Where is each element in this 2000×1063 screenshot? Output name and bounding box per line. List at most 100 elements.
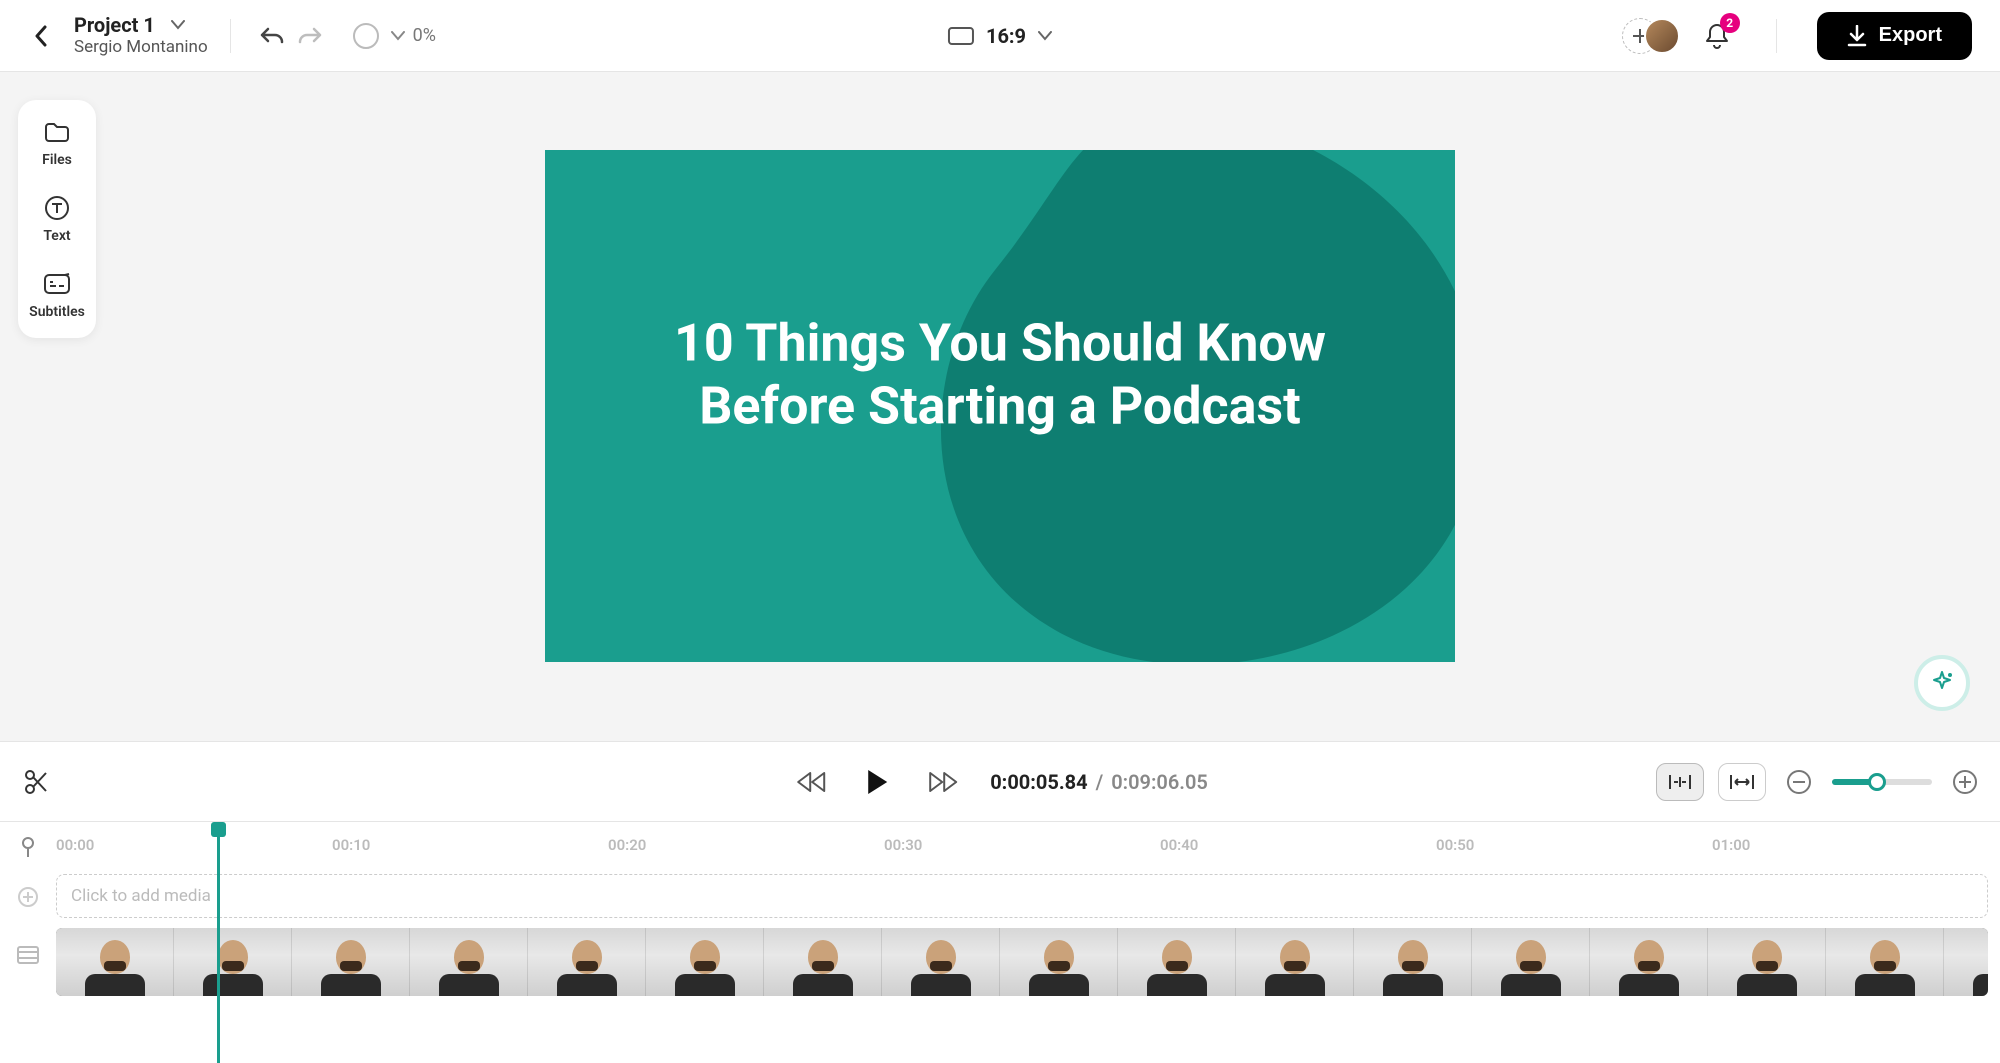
play-button[interactable] — [858, 763, 896, 801]
aspect-ratio-icon — [948, 27, 974, 45]
keyframe-button[interactable] — [9, 832, 47, 862]
clip-thumbnail[interactable] — [174, 928, 292, 996]
clip-thumbnail[interactable] — [1708, 928, 1826, 996]
zoom-slider[interactable] — [1832, 779, 1932, 785]
snap-icon — [1667, 772, 1693, 792]
ruler-mark: 00:40 — [1160, 836, 1198, 854]
clip-thumbnail[interactable] — [56, 928, 174, 996]
film-icon — [16, 945, 40, 965]
divider — [1776, 19, 1777, 53]
collaborators[interactable] — [1622, 18, 1680, 54]
aspect-ratio-selector[interactable]: 16:9 — [948, 24, 1052, 48]
project-name[interactable]: Project 1 — [74, 13, 155, 37]
scissors-button[interactable] — [17, 763, 55, 801]
left-rail: Files Text Subtitles — [18, 100, 96, 338]
folder-icon — [43, 118, 71, 146]
clip-thumbnail[interactable] — [410, 928, 528, 996]
canvas-area: Files Text Subtitles 10 Things You Shoul… — [0, 72, 2000, 741]
export-button[interactable]: Export — [1817, 12, 1972, 60]
redo-button[interactable] — [291, 17, 329, 55]
plus-circle-icon — [1952, 769, 1978, 795]
time-separator: / — [1096, 770, 1104, 794]
add-media-row[interactable]: Click to add media — [56, 874, 1988, 918]
clip-thumbnail[interactable] — [646, 928, 764, 996]
zoom-out-button[interactable] — [1780, 763, 1818, 801]
plus-circle-icon — [17, 886, 39, 908]
time-current: 0:00:05.84 — [990, 770, 1087, 794]
rail-label: Subtitles — [29, 304, 85, 320]
scissors-icon — [24, 769, 48, 795]
notification-badge: 2 — [1720, 13, 1740, 33]
clip-thumbnail[interactable] — [1590, 928, 1708, 996]
snap-button[interactable] — [1656, 763, 1704, 801]
add-media-placeholder: Click to add media — [71, 886, 211, 906]
playhead[interactable] — [217, 824, 220, 1063]
preview-title-line2: Before Starting a Podcast — [699, 375, 1300, 436]
aspect-ratio-value: 16:9 — [986, 24, 1026, 48]
add-track-button[interactable] — [9, 882, 47, 912]
status-circle[interactable] — [347, 17, 385, 55]
rail-item-text[interactable]: Text — [43, 194, 71, 244]
zoom-slider-thumb[interactable] — [1868, 773, 1886, 791]
fit-button[interactable] — [1718, 763, 1766, 801]
export-label: Export — [1879, 24, 1942, 47]
ruler-mark: 00:30 — [884, 836, 922, 854]
preview-title-line1: 10 Things You Should Know — [674, 313, 1326, 374]
fast-forward-button[interactable] — [924, 763, 962, 801]
circle-icon — [353, 23, 379, 49]
transport-bar: 0:00:05.84 / 0:09:06.05 — [0, 741, 2000, 821]
timeline: 00:0000:1000:2000:3000:4000:5001:00 Clic… — [0, 821, 2000, 1063]
clip-thumbnail[interactable] — [882, 928, 1000, 996]
video-track[interactable] — [56, 928, 1988, 996]
rail-item-subtitles[interactable]: Subtitles — [29, 270, 85, 320]
notifications-button[interactable]: 2 — [1698, 17, 1736, 55]
chevron-left-icon — [34, 25, 50, 47]
rail-label: Text — [43, 228, 70, 244]
clip-thumbnail[interactable] — [1944, 928, 1988, 996]
playback-controls: 0:00:05.84 / 0:09:06.05 — [792, 763, 1208, 801]
time-readout: 0:00:05.84 / 0:09:06.05 — [990, 770, 1208, 794]
sparkle-icon — [1929, 670, 1955, 696]
pin-icon — [19, 836, 37, 858]
fit-icon — [1729, 773, 1755, 791]
rewind-icon — [795, 771, 827, 793]
clip-thumbnail[interactable] — [1236, 928, 1354, 996]
time-total: 0:09:06.05 — [1111, 770, 1208, 794]
clip-thumbnail[interactable] — [1118, 928, 1236, 996]
chevron-down-icon — [1038, 31, 1052, 41]
timeline-ruler[interactable]: 00:0000:1000:2000:3000:4000:5001:00 — [56, 822, 1988, 868]
minus-circle-icon — [1786, 769, 1812, 795]
play-icon — [865, 768, 889, 796]
clip-thumbnail[interactable] — [764, 928, 882, 996]
video-track-button[interactable] — [9, 940, 47, 970]
project-owner: Sergio Montanino — [74, 37, 208, 57]
chevron-down-icon[interactable] — [171, 20, 185, 30]
divider — [230, 19, 231, 53]
back-button[interactable] — [28, 22, 56, 50]
avatar[interactable] — [1644, 18, 1680, 54]
text-icon — [43, 194, 71, 222]
clip-thumbnail[interactable] — [1472, 928, 1590, 996]
rail-label: Files — [42, 152, 72, 168]
undo-button[interactable] — [253, 17, 291, 55]
preview-title: 10 Things You Should Know Before Startin… — [545, 313, 1455, 438]
rail-item-files[interactable]: Files — [42, 118, 72, 168]
fast-forward-icon — [927, 771, 959, 793]
clip-thumbnail[interactable] — [292, 928, 410, 996]
rewind-button[interactable] — [792, 763, 830, 801]
top-bar: Project 1 Sergio Montanino 0% 16:9 2 — [0, 0, 2000, 72]
video-preview[interactable]: 10 Things You Should Know Before Startin… — [545, 150, 1455, 662]
clip-thumbnail[interactable] — [1826, 928, 1944, 996]
ruler-mark: 00:20 — [608, 836, 646, 854]
ruler-mark: 00:10 — [332, 836, 370, 854]
project-info: Project 1 Sergio Montanino — [74, 13, 208, 57]
zoom-in-button[interactable] — [1946, 763, 1984, 801]
ruler-mark: 00:00 — [56, 836, 94, 854]
clip-thumbnail[interactable] — [1354, 928, 1472, 996]
download-icon — [1847, 25, 1867, 47]
magic-ai-button[interactable] — [1914, 655, 1970, 711]
undo-icon — [259, 26, 285, 46]
chevron-down-icon[interactable] — [391, 31, 405, 41]
clip-thumbnail[interactable] — [528, 928, 646, 996]
clip-thumbnail[interactable] — [1000, 928, 1118, 996]
